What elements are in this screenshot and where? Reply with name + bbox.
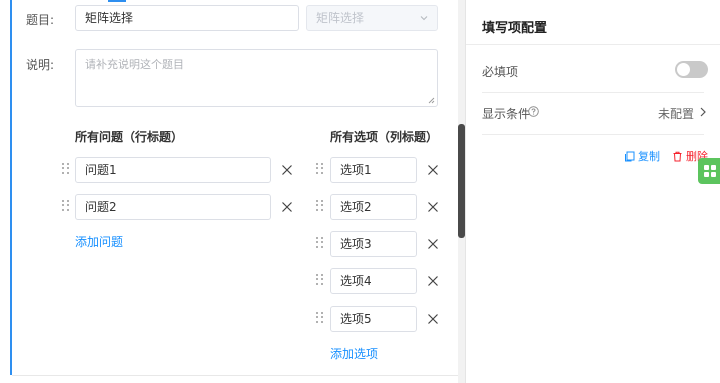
drag-handle-icon[interactable]: [316, 237, 324, 249]
title-input[interactable]: 矩阵选择: [75, 5, 299, 31]
config-panel: 填写项配置 必填项 显示条件 未配置 复制 删除: [466, 0, 720, 383]
toggle-knob: [677, 63, 690, 76]
drag-handle-icon[interactable]: [62, 163, 70, 175]
question-type-value: 矩阵选择: [316, 11, 365, 25]
drag-handle-icon[interactable]: [316, 200, 324, 212]
remove-row-icon[interactable]: [280, 200, 294, 214]
row-divider: [482, 92, 704, 93]
copy-button[interactable]: 复制: [624, 148, 660, 164]
remove-column-icon[interactable]: [426, 200, 440, 214]
description-placeholder: 请补充说明这个题目: [85, 58, 184, 71]
copy-icon: [625, 151, 635, 161]
row-input[interactable]: 问题1: [75, 157, 271, 183]
required-label: 必填项: [482, 65, 519, 79]
add-row-link[interactable]: 添加问题: [75, 233, 123, 250]
resize-handle-icon[interactable]: [428, 97, 435, 104]
condition-value[interactable]: 未配置: [658, 105, 694, 122]
required-toggle[interactable]: [675, 61, 708, 78]
question-circle-icon[interactable]: [528, 106, 539, 117]
chevron-right-icon[interactable]: [699, 107, 707, 117]
app-root: 题目: 矩阵选择 矩阵选择 说明: 请补充说明这个题目 所有问题（行标题） 所有…: [0, 0, 720, 383]
add-column-link[interactable]: 添加选项: [330, 345, 378, 362]
trash-icon: [673, 151, 682, 161]
config-title: 填写项配置: [482, 21, 548, 36]
column-input[interactable]: 选项2: [330, 194, 417, 220]
drag-handle-icon[interactable]: [316, 274, 324, 286]
description-label: 说明:: [26, 58, 55, 72]
question-editor: 题目: 矩阵选择 矩阵选择 说明: 请补充说明这个题目 所有问题（行标题） 所有…: [0, 0, 458, 383]
column-input[interactable]: 选项5: [330, 306, 417, 332]
chevron-down-icon: [420, 16, 428, 21]
apps-float-button[interactable]: [698, 158, 720, 184]
config-header-divider: [466, 44, 720, 45]
drag-handle-icon[interactable]: [62, 200, 70, 212]
column-input[interactable]: 选项4: [330, 268, 417, 294]
remove-row-icon[interactable]: [280, 163, 294, 177]
column-input[interactable]: 选项3: [330, 231, 417, 257]
row-divider: [482, 134, 704, 135]
grid-icon: [704, 165, 716, 177]
column-input[interactable]: 选项1: [330, 157, 417, 183]
question-type-select[interactable]: 矩阵选择: [306, 5, 438, 31]
rows-header: 所有问题（行标题）: [75, 130, 184, 144]
top-tab-indicator: [108, 0, 126, 2]
row-input[interactable]: 问题2: [75, 194, 271, 220]
condition-label: 显示条件: [482, 107, 531, 121]
scrollbar-thumb[interactable]: [458, 124, 465, 238]
drag-handle-icon[interactable]: [316, 312, 324, 324]
cols-header: 所有选项（列标题）: [330, 130, 439, 144]
remove-column-icon[interactable]: [426, 274, 440, 288]
description-textarea[interactable]: 请补充说明这个题目: [75, 49, 438, 107]
copy-label: 复制: [638, 150, 660, 163]
editor-bottom-border: [12, 375, 458, 376]
remove-column-icon[interactable]: [426, 237, 440, 251]
active-indicator: [10, 0, 12, 375]
title-label: 题目:: [26, 13, 55, 27]
remove-column-icon[interactable]: [426, 312, 440, 326]
drag-handle-icon[interactable]: [316, 163, 324, 175]
remove-column-icon[interactable]: [426, 163, 440, 177]
